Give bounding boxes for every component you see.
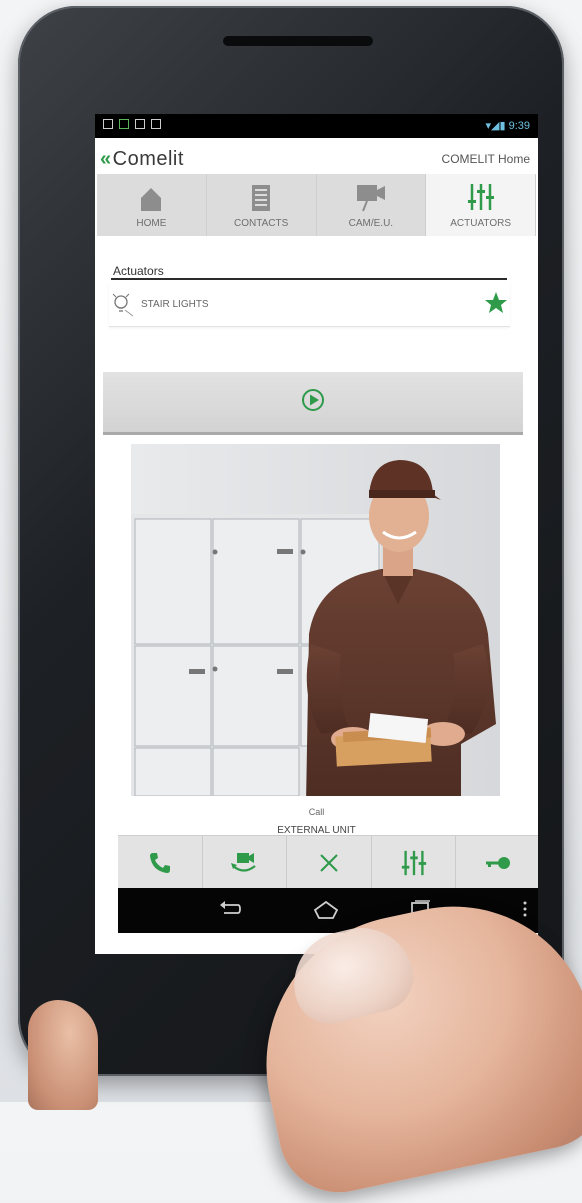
answer-call-button[interactable] bbox=[118, 836, 203, 889]
sliders-icon bbox=[401, 850, 426, 875]
tab-contacts[interactable]: CONTACTS bbox=[207, 174, 317, 236]
main-tabs: HOME CONTACTS CAM/E.U. ACTUATORS bbox=[97, 174, 536, 236]
close-icon bbox=[320, 853, 338, 872]
open-door-button[interactable] bbox=[456, 836, 538, 889]
play-button[interactable] bbox=[103, 372, 523, 435]
tab-label: CAM/E.U. bbox=[348, 218, 394, 229]
call-action-bar bbox=[118, 835, 538, 889]
sd-card-icon bbox=[135, 119, 145, 129]
brand-logo: «Comelit bbox=[100, 148, 184, 171]
home-icon[interactable] bbox=[313, 900, 339, 920]
app-notification-icon bbox=[119, 119, 129, 129]
camera-icon bbox=[356, 185, 385, 212]
actuator-label: STAIR LIGHTS bbox=[141, 299, 209, 310]
app-screen: ▾◢▮ 9:39 «Comelit COMELIT Home HOME CONT… bbox=[95, 114, 538, 954]
lightbulb-icon bbox=[112, 293, 134, 317]
tab-label: CONTACTS bbox=[233, 218, 289, 229]
back-icon[interactable] bbox=[218, 900, 242, 918]
message-icon bbox=[151, 119, 161, 129]
notification-icons bbox=[103, 119, 161, 129]
speaker-grille bbox=[223, 36, 373, 46]
camera-feed-image bbox=[131, 444, 500, 796]
favorite-star-icon[interactable] bbox=[484, 291, 508, 315]
section-divider bbox=[111, 278, 507, 280]
section-title: Actuators bbox=[113, 264, 164, 278]
contacts-icon bbox=[252, 185, 271, 211]
tab-home[interactable]: HOME bbox=[97, 174, 207, 236]
actuators-button[interactable] bbox=[372, 836, 457, 889]
logo-chevron-icon: « bbox=[100, 148, 112, 170]
call-label: Call bbox=[308, 807, 325, 817]
key-icon bbox=[486, 856, 511, 869]
home-icon bbox=[141, 188, 162, 211]
end-call-button[interactable] bbox=[287, 836, 372, 889]
tab-actuators[interactable]: ACTUATORS bbox=[426, 174, 536, 236]
location-label[interactable]: COMELIT Home bbox=[442, 152, 530, 166]
tab-cam-eu[interactable]: CAM/E.U. bbox=[317, 174, 427, 236]
status-right: ▾◢▮ 9:39 bbox=[485, 119, 530, 132]
tab-label: ACTUATORS bbox=[450, 218, 511, 229]
list-item[interactable]: STAIR LIGHTS bbox=[109, 282, 510, 327]
app-header: «Comelit COMELIT Home bbox=[95, 138, 538, 174]
sliders-icon bbox=[467, 184, 494, 210]
phone-icon bbox=[149, 852, 170, 873]
image-notification-icon bbox=[103, 119, 113, 129]
camera-feed bbox=[131, 444, 500, 796]
switch-camera-icon bbox=[231, 852, 257, 872]
hand bbox=[28, 1000, 98, 1110]
play-icon bbox=[302, 389, 324, 411]
wifi-signal-battery-icon: ▾◢▮ bbox=[485, 120, 509, 132]
brand-name: Comelit bbox=[112, 148, 184, 170]
tab-label: HOME bbox=[136, 218, 167, 229]
status-bar: ▾◢▮ 9:39 bbox=[95, 114, 538, 138]
clock: 9:39 bbox=[508, 120, 530, 132]
menu-icon[interactable] bbox=[522, 900, 528, 918]
switch-camera-button[interactable] bbox=[203, 836, 288, 889]
